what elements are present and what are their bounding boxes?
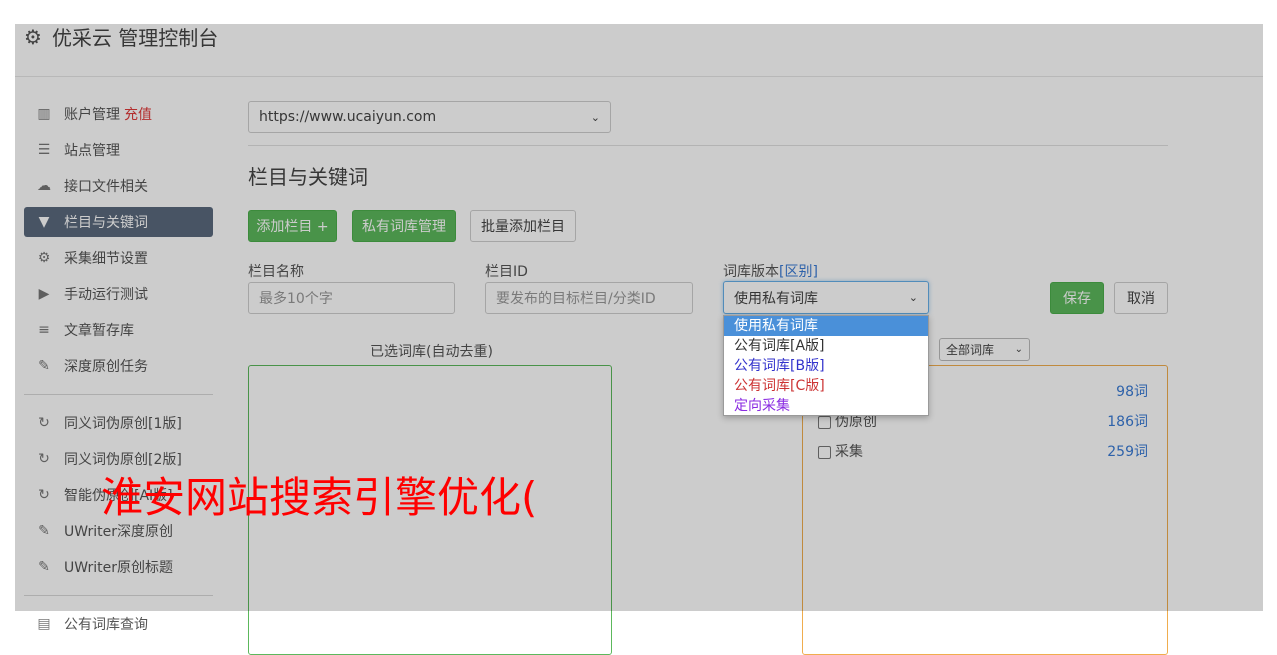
book-icon: ▤ <box>37 616 51 632</box>
dropdown-option[interactable]: 使用私有词库 <box>724 316 928 336</box>
watermark-text: 淮安网站搜索引擎优化( <box>101 473 538 522</box>
dropdown-option[interactable]: 定向采集 <box>724 396 928 416</box>
dropdown-option[interactable]: 公有词库[C版] <box>724 376 928 396</box>
lib-version-dropdown: 使用私有词库 公有词库[A版] 公有词库[B版] 公有词库[C版] 定向采集 <box>723 315 929 416</box>
sidebar-item-label: 公有词库查询 <box>64 617 148 633</box>
dropdown-option[interactable]: 公有词库[B版] <box>724 356 928 376</box>
sidebar-item-public-lib[interactable]: ▤ 公有词库查询 <box>24 609 213 639</box>
dropdown-option[interactable]: 公有词库[A版] <box>724 336 928 356</box>
